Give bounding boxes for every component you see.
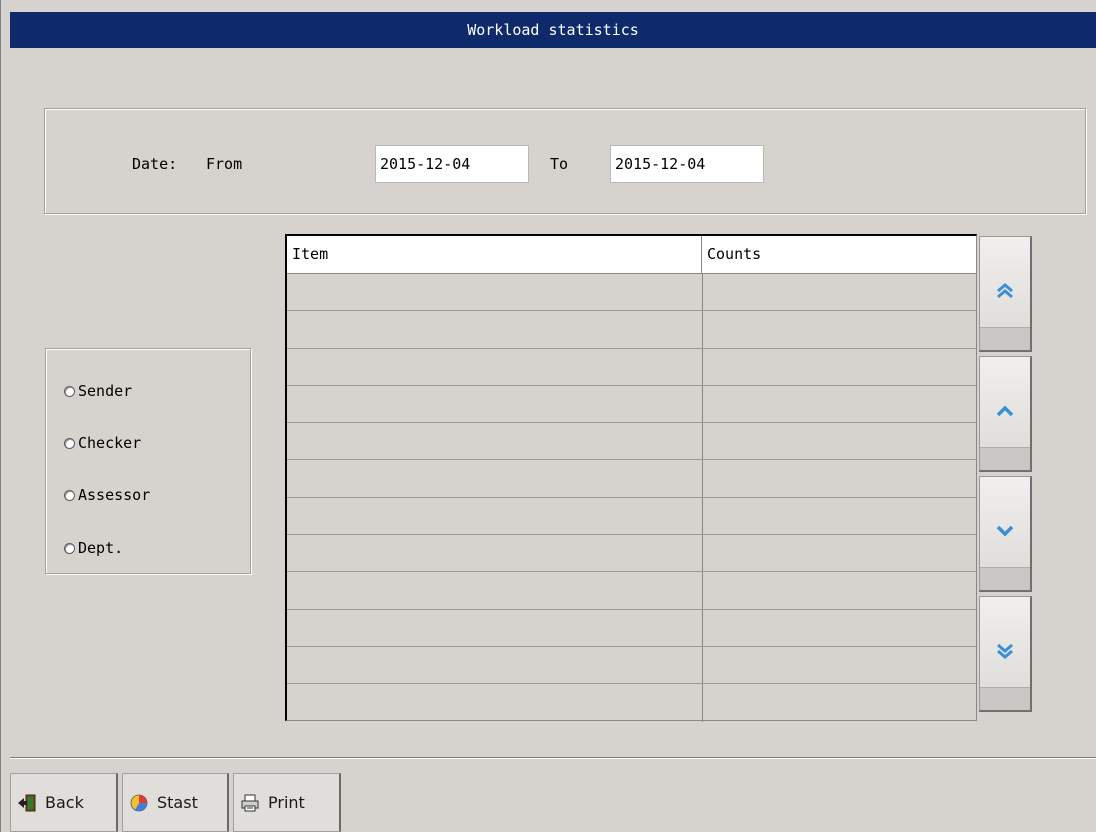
table-row[interactable] — [287, 460, 976, 498]
counts-cell — [703, 460, 976, 496]
date-from-field[interactable]: 2015-12-04 — [375, 145, 529, 183]
counts-cell — [703, 311, 976, 347]
counts-cell — [703, 386, 976, 422]
counts-cell — [703, 349, 976, 385]
radio-sender[interactable]: Sender — [64, 379, 132, 403]
stast-button[interactable]: Stast — [122, 773, 229, 832]
table-row[interactable] — [287, 535, 976, 573]
column-header-item[interactable]: Item — [287, 236, 702, 273]
radio-button-icon[interactable] — [64, 489, 75, 501]
radio-checker-label: Checker — [78, 434, 142, 452]
print-label: Print — [268, 793, 305, 812]
radio-checker[interactable]: Checker — [64, 431, 141, 455]
stast-label: Stast — [157, 793, 198, 812]
item-cell — [287, 684, 703, 722]
counts-cell — [703, 535, 976, 571]
window-title-bar: Workload statistics — [10, 12, 1096, 48]
radio-assessor[interactable]: Assessor — [64, 483, 150, 507]
radio-dept[interactable]: Dept. — [64, 536, 123, 560]
item-cell — [287, 348, 703, 385]
table-row[interactable] — [287, 609, 976, 647]
print-button[interactable]: Print — [233, 773, 341, 832]
statistics-table: Item Counts — [285, 234, 977, 722]
radio-button-icon[interactable] — [64, 437, 75, 449]
counts-cell — [703, 423, 976, 459]
radio-button-icon[interactable] — [64, 385, 75, 397]
scroll-to-bottom-icon — [997, 643, 1013, 659]
table-row[interactable] — [287, 684, 976, 722]
radio-button-icon[interactable] — [64, 542, 75, 554]
date-to-field[interactable]: 2015-12-04 — [610, 145, 764, 183]
table-row[interactable] — [287, 385, 976, 424]
scroll-to-bottom-button[interactable] — [979, 596, 1032, 712]
radio-assessor-label: Assessor — [78, 486, 151, 504]
date-from-label: From — [206, 155, 243, 173]
scroll-up-icon — [996, 405, 1014, 416]
table-row[interactable] — [287, 423, 976, 461]
date-label: Date: — [132, 155, 178, 173]
scroll-up-button[interactable] — [979, 356, 1032, 472]
table-row[interactable] — [287, 646, 976, 685]
scroll-down-icon — [996, 525, 1014, 536]
table-row[interactable] — [287, 572, 976, 610]
counts-cell — [703, 274, 976, 310]
counts-cell — [703, 684, 976, 721]
item-cell — [287, 535, 703, 572]
table-header: Item Counts — [287, 236, 976, 274]
item-cell — [287, 274, 703, 311]
date-to-label: To — [550, 155, 569, 173]
item-cell — [287, 385, 703, 423]
item-cell — [287, 609, 703, 646]
table-row[interactable] — [287, 348, 976, 386]
pie-chart-icon — [129, 793, 149, 813]
table-body — [287, 274, 976, 722]
counts-cell — [703, 498, 976, 534]
scroll-down-button[interactable] — [979, 476, 1032, 592]
radio-dept-label: Dept. — [78, 539, 124, 557]
item-cell — [287, 423, 703, 460]
footer-divider — [10, 757, 1096, 759]
scroll-to-top-button[interactable] — [979, 236, 1032, 352]
table-row[interactable] — [287, 311, 976, 349]
radio-sender-label: Sender — [78, 382, 133, 400]
counts-cell — [703, 572, 976, 608]
back-door-icon — [17, 793, 37, 813]
item-cell — [287, 572, 703, 609]
window-title: Workload statistics — [467, 21, 639, 39]
item-cell — [287, 646, 703, 684]
scroll-to-top-icon — [997, 282, 1013, 298]
item-cell — [287, 497, 703, 535]
table-row[interactable] — [287, 274, 976, 312]
counts-cell — [703, 610, 976, 646]
counts-cell — [703, 647, 976, 683]
back-label: Back — [45, 793, 84, 812]
item-cell — [287, 460, 703, 497]
back-button[interactable]: Back — [10, 773, 118, 832]
item-cell — [287, 311, 703, 348]
column-header-counts[interactable]: Counts — [702, 236, 976, 273]
printer-icon — [240, 793, 260, 813]
table-row[interactable] — [287, 497, 976, 536]
